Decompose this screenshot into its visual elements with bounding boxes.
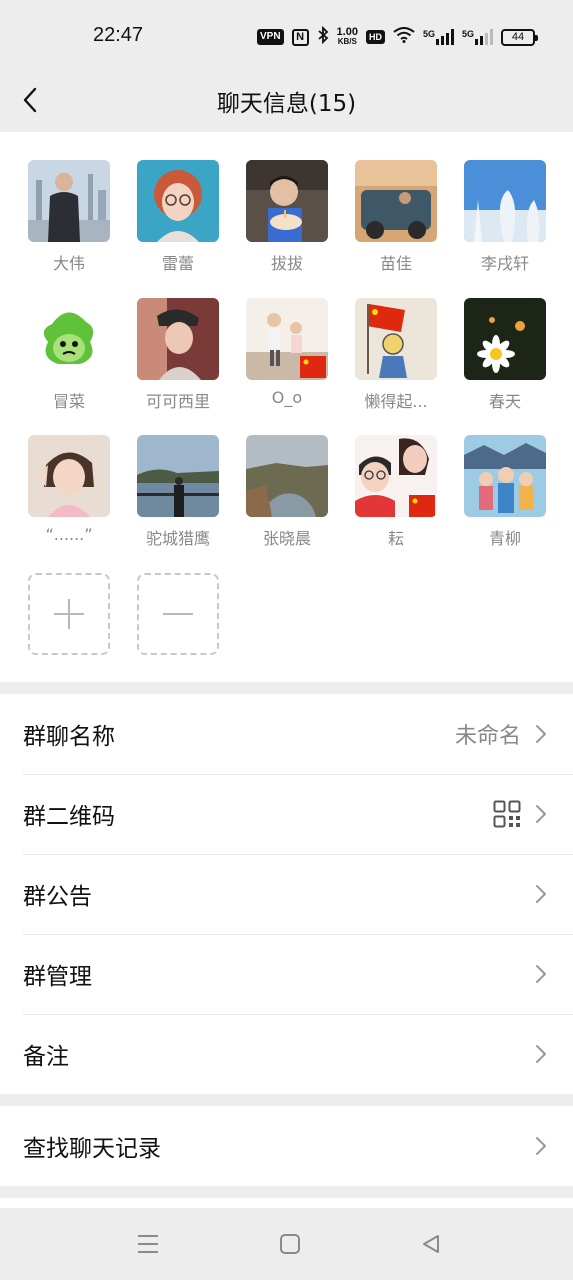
member-name: 懒得起... (364, 392, 428, 411)
vpn-icon: VPN (256, 29, 284, 45)
cell-signal-icon: 5G (423, 29, 454, 45)
chevron-right-icon (535, 964, 549, 984)
avatar[interactable] (355, 435, 437, 517)
group-qr-row[interactable]: 群二维码 (0, 774, 573, 854)
member-name: 可可西里 (145, 392, 210, 411)
member-name: 春天 (488, 392, 521, 411)
menu-icon (138, 1235, 158, 1253)
signal-label: 5G (422, 29, 435, 39)
member-name: 苗佳 (379, 254, 412, 273)
member-name: 大伟 (52, 254, 85, 273)
member-item[interactable]: 雷蕾 (137, 160, 219, 274)
row-label: 备注 (23, 1044, 69, 1070)
minus-icon (163, 613, 193, 615)
row-label: 查找聊天记录 (23, 1136, 161, 1162)
avatar[interactable] (464, 298, 546, 380)
home-square-icon (280, 1234, 300, 1254)
avatar[interactable] (246, 160, 328, 242)
members-grid: 大伟 雷蕾 拔拔 苗佳 李戌轩 冒菜 可可西里 O_o 懒得起... 春天 “.… (0, 132, 573, 682)
member-item[interactable]: O_o (246, 298, 328, 407)
status-icons: VPN N 1.00 KB/S HD 5G 5G 44 (256, 25, 538, 49)
row-label: 群公告 (23, 884, 92, 910)
signal-label-2: 5G (461, 29, 474, 39)
avatar[interactable] (355, 298, 437, 380)
group-name-row[interactable]: 群聊名称 未命名 (0, 694, 573, 774)
avatar[interactable] (246, 298, 328, 380)
group-settings-list: 群聊名称 未命名 群二维码 群公告 群管理 备注 (0, 694, 573, 1094)
row-label: 群二维码 (23, 804, 115, 830)
system-nav-bar (0, 1208, 573, 1280)
avatar[interactable] (355, 160, 437, 242)
avatar[interactable] (28, 435, 110, 517)
search-history-card: 查找聊天记录 (0, 1106, 573, 1186)
member-item[interactable]: 青柳 (464, 435, 546, 549)
nfc-icon: N (291, 28, 309, 46)
avatar[interactable] (137, 298, 219, 380)
member-name: 拔拔 (270, 254, 303, 273)
wifi-icon (393, 26, 415, 48)
search-history-row[interactable]: 查找聊天记录 (0, 1106, 573, 1186)
member-item[interactable]: 苗佳 (355, 160, 437, 274)
member-name: “......” (45, 525, 93, 544)
chevron-right-icon (535, 884, 549, 904)
member-name: O_o (271, 388, 303, 407)
member-name: 冒菜 (52, 392, 85, 411)
member-name: 耘 (387, 529, 404, 548)
back-triangle-icon (423, 1235, 439, 1253)
avatar[interactable] (28, 298, 110, 380)
network-speed: 1.00 KB/S (336, 26, 358, 47)
page-title: 聊天信息(15) (216, 91, 357, 117)
chevron-right-icon (535, 724, 549, 744)
chevron-right-icon (535, 1136, 549, 1156)
remark-row[interactable]: 备注 (0, 1014, 573, 1094)
hd-icon: HD (365, 30, 385, 44)
speed-unit: KB/S (337, 37, 357, 46)
chevron-right-icon (535, 804, 549, 824)
member-item[interactable]: 耘 (355, 435, 437, 549)
member-item[interactable]: 张晓晨 (246, 435, 328, 549)
member-item[interactable]: “......” (28, 435, 110, 544)
avatar[interactable] (464, 435, 546, 517)
member-item[interactable]: 春天 (464, 298, 546, 412)
member-item[interactable]: 李戌轩 (464, 160, 546, 274)
member-item[interactable]: 驼城猎鹰 (137, 435, 219, 549)
avatar[interactable] (246, 435, 328, 517)
member-name: 张晓晨 (262, 529, 311, 548)
member-name: 驼城猎鹰 (145, 529, 210, 548)
member-item[interactable]: 冒菜 (28, 298, 110, 412)
avatar[interactable] (137, 435, 219, 517)
avatar[interactable] (137, 160, 219, 242)
cell-signal-icon-2: 5G (462, 29, 493, 45)
member-item[interactable]: 拔拔 (246, 160, 328, 274)
row-label: 群管理 (23, 964, 92, 990)
chevron-right-icon (535, 1044, 549, 1064)
remove-member-button[interactable] (137, 573, 219, 655)
avatar[interactable] (464, 160, 546, 242)
member-name: 李戌轩 (480, 254, 529, 273)
member-item[interactable]: 大伟 (28, 160, 110, 274)
member-item[interactable]: 懒得起... (355, 298, 437, 412)
avatar[interactable] (28, 160, 110, 242)
group-manage-row[interactable]: 群管理 (0, 934, 573, 1014)
member-name: 雷蕾 (161, 254, 194, 273)
menu-nav-button[interactable] (132, 1228, 164, 1260)
row-label: 群聊名称 (23, 724, 115, 750)
group-notice-row[interactable]: 群公告 (0, 854, 573, 934)
member-item[interactable]: 可可西里 (137, 298, 219, 412)
next-card-edge (0, 1198, 573, 1208)
qr-code-icon (493, 800, 521, 828)
member-name: 青柳 (488, 529, 521, 548)
bluetooth-icon (317, 25, 329, 49)
plus-icon (54, 599, 84, 629)
battery-icon: 44 (501, 28, 538, 46)
header: 聊天信息(15) (0, 70, 573, 132)
home-nav-button[interactable] (274, 1228, 306, 1260)
status-bar: 22:47 VPN N 1.00 KB/S HD 5G 5G 44 (0, 0, 573, 70)
add-member-button[interactable] (28, 573, 110, 655)
speed-value: 1.00 (336, 26, 358, 38)
back-nav-button[interactable] (415, 1228, 447, 1260)
status-time: 22:47 (93, 24, 144, 46)
group-name-value: 未命名 (454, 724, 521, 749)
